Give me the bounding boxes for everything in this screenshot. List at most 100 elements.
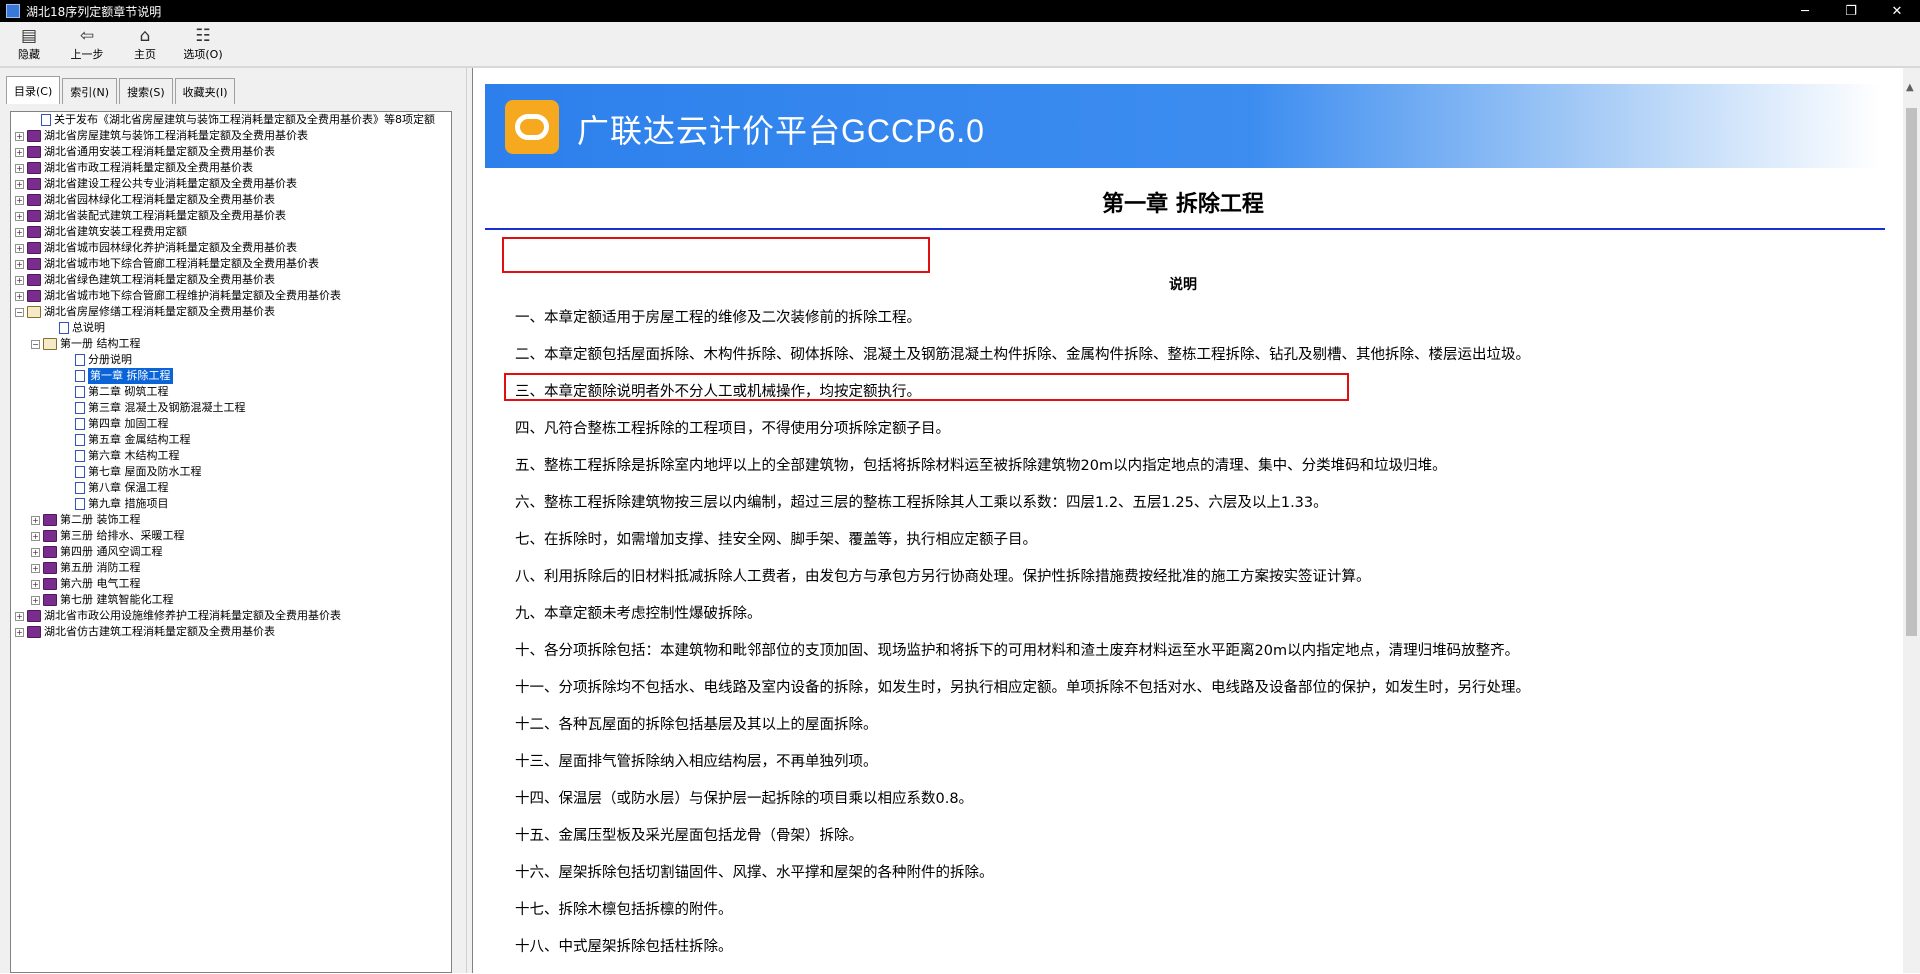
tree-item-label-selected[interactable]: 第一章 拆除工程 [88,368,173,384]
tree-item-label[interactable]: 总说明 [72,320,105,336]
tree-item-label[interactable]: 湖北省建筑安装工程费用定额 [44,224,187,240]
tree-item[interactable]: 第九章 措施项目 [11,496,451,512]
tree-item[interactable]: 第八章 保温工程 [11,480,451,496]
tree-item-label[interactable]: 第一册 结构工程 [60,336,141,352]
tree-item-label[interactable]: 湖北省市政公用设施维修养护工程消耗量定额及全费用基价表 [44,608,341,624]
tree-item-label[interactable]: 第八章 保温工程 [88,480,169,496]
tree-item[interactable]: + 湖北省市政工程消耗量定额及全费用基价表 [11,160,451,176]
tree-item[interactable]: + 湖北省通用安装工程消耗量定额及全费用基价表 [11,144,451,160]
tree-item[interactable]: + 湖北省房屋建筑与装饰工程消耗量定额及全费用基价表 [11,128,451,144]
expand-icon[interactable]: + [15,243,24,253]
tree-item[interactable]: 第二章 砌筑工程 [11,384,451,400]
scroll-up-icon[interactable]: ▲ [1906,82,1914,93]
tree-item-label[interactable]: 湖北省城市地下综合管廊工程消耗量定额及全费用基价表 [44,256,319,272]
content-scrollbar[interactable]: ▲ [1903,68,1920,973]
options-button[interactable]: ☷ 选项(O) [174,22,232,66]
tree-item-label[interactable]: 湖北省城市地下综合管廊工程维护消耗量定额及全费用基价表 [44,288,341,304]
expand-icon[interactable]: + [31,579,40,589]
tree-item-label[interactable]: 第七册 建筑智能化工程 [60,592,174,608]
tree-item-label[interactable]: 第五章 金属结构工程 [88,432,191,448]
tree-item[interactable]: 分册说明 [11,352,451,368]
tree-item-label[interactable]: 第二章 砌筑工程 [88,384,169,400]
tree-item[interactable]: + 湖北省园林绿化工程消耗量定额及全费用基价表 [11,192,451,208]
expand-icon[interactable]: + [15,147,24,157]
tree-item-label[interactable]: 湖北省绿色建筑工程消耗量定额及全费用基价表 [44,272,275,288]
tree-item[interactable]: − 第一册 结构工程 [11,336,451,352]
expand-icon[interactable]: + [31,563,40,573]
tree-item-label[interactable]: 湖北省城市园林绿化养护消耗量定额及全费用基价表 [44,240,297,256]
tab-favorites[interactable]: 收藏夹(I) [174,78,236,104]
tab-index[interactable]: 索引(N) [62,78,118,104]
tree-item[interactable]: + 第二册 装饰工程 [11,512,451,528]
back-button[interactable]: ⇦ 上一步 [58,22,116,66]
expand-icon[interactable]: + [15,611,24,621]
expand-icon[interactable]: + [31,531,40,541]
expand-icon[interactable]: + [31,547,40,557]
tree-item-label[interactable]: 第六册 电气工程 [60,576,141,592]
tree-item[interactable]: + 湖北省仿古建筑工程消耗量定额及全费用基价表 [11,624,451,640]
collapse-icon[interactable]: − [31,339,40,349]
tree-item[interactable]: + 第五册 消防工程 [11,560,451,576]
expand-icon[interactable]: + [15,195,24,205]
expand-icon[interactable]: + [15,627,24,637]
tree-item-label[interactable]: 第三册 给排水、采暖工程 [60,528,185,544]
tree-item-label[interactable]: 湖北省通用安装工程消耗量定额及全费用基价表 [44,144,275,160]
tree-item-label[interactable]: 第六章 木结构工程 [88,448,180,464]
expand-icon[interactable]: + [15,179,24,189]
expand-icon[interactable]: + [31,595,40,605]
tree-item[interactable]: + 湖北省建设工程公共专业消耗量定额及全费用基价表 [11,176,451,192]
contents-tree[interactable]: 关于发布《湖北省房屋建筑与装饰工程消耗量定额及全费用基价表》等8项定额 + 湖北省房… [10,111,452,973]
tree-item[interactable]: 第一章 拆除工程 [11,368,451,384]
restore-button[interactable]: ❐ [1828,0,1874,22]
tree-item-label[interactable]: 第七章 屋面及防水工程 [88,464,202,480]
tree-item[interactable]: + 湖北省建筑安装工程费用定额 [11,224,451,240]
tree-item-label[interactable]: 湖北省房屋建筑与装饰工程消耗量定额及全费用基价表 [44,128,308,144]
tree-item[interactable]: 第三章 混凝土及钢筋混凝土工程 [11,400,451,416]
tree-item[interactable]: + 湖北省市政公用设施维修养护工程消耗量定额及全费用基价表 [11,608,451,624]
tree-item[interactable]: − 湖北省房屋修缮工程消耗量定额及全费用基价表 [11,304,451,320]
tree-item[interactable]: 第五章 金属结构工程 [11,432,451,448]
expand-icon[interactable]: + [15,259,24,269]
tree-item[interactable]: 总说明 [11,320,451,336]
expand-icon[interactable]: + [15,275,24,285]
tree-item-label[interactable]: 第三章 混凝土及钢筋混凝土工程 [88,400,246,416]
minimize-button[interactable]: ─ [1782,0,1828,22]
home-button[interactable]: ⌂ 主页 [116,22,174,66]
expand-icon[interactable]: + [31,515,40,525]
tree-item[interactable]: 第四章 加固工程 [11,416,451,432]
hide-button[interactable]: ▤ 隐藏 [0,22,58,66]
tree-item[interactable]: 第七章 屋面及防水工程 [11,464,451,480]
tree-item[interactable]: + 湖北省城市园林绿化养护消耗量定额及全费用基价表 [11,240,451,256]
collapse-icon[interactable]: − [15,307,24,317]
tree-item[interactable]: + 第六册 电气工程 [11,576,451,592]
tree-item-label[interactable]: 湖北省房屋修缮工程消耗量定额及全费用基价表 [44,304,275,320]
tree-item[interactable]: + 湖北省城市地下综合管廊工程消耗量定额及全费用基价表 [11,256,451,272]
expand-icon[interactable]: + [15,163,24,173]
tab-contents[interactable]: 目录(C) [6,76,61,104]
tree-item[interactable]: + 湖北省城市地下综合管廊工程维护消耗量定额及全费用基价表 [11,288,451,304]
tree-item[interactable]: + 第七册 建筑智能化工程 [11,592,451,608]
tree-item-label[interactable]: 关于发布《湖北省房屋建筑与装饰工程消耗量定额及全费用基价表》等8项定额 [54,112,435,128]
tree-item[interactable]: + 第三册 给排水、采暖工程 [11,528,451,544]
tree-item-label[interactable]: 湖北省仿古建筑工程消耗量定额及全费用基价表 [44,624,275,640]
tree-item-label[interactable]: 分册说明 [88,352,132,368]
expand-icon[interactable]: + [15,211,24,221]
tree-item[interactable]: 第六章 木结构工程 [11,448,451,464]
tree-item[interactable]: + 第四册 通风空调工程 [11,544,451,560]
tree-item-label[interactable]: 湖北省建设工程公共专业消耗量定额及全费用基价表 [44,176,297,192]
tree-item-label[interactable]: 湖北省园林绿化工程消耗量定额及全费用基价表 [44,192,275,208]
expand-icon[interactable]: + [15,291,24,301]
scroll-thumb[interactable] [1906,108,1917,636]
expand-icon[interactable]: + [15,227,24,237]
close-button[interactable]: ✕ [1874,0,1920,22]
tree-item-label[interactable]: 第四章 加固工程 [88,416,169,432]
tree-item[interactable]: 关于发布《湖北省房屋建筑与装饰工程消耗量定额及全费用基价表》等8项定额 [11,112,451,128]
tree-item-label[interactable]: 湖北省市政工程消耗量定额及全费用基价表 [44,160,253,176]
tree-item-label[interactable]: 第九章 措施项目 [88,496,169,512]
tree-item[interactable]: + 湖北省绿色建筑工程消耗量定额及全费用基价表 [11,272,451,288]
tree-item-label[interactable]: 湖北省装配式建筑工程消耗量定额及全费用基价表 [44,208,286,224]
tree-item-label[interactable]: 第五册 消防工程 [60,560,141,576]
tree-item[interactable]: + 湖北省装配式建筑工程消耗量定额及全费用基价表 [11,208,451,224]
tab-search[interactable]: 搜索(S) [119,78,173,104]
expand-icon[interactable]: + [15,131,24,141]
